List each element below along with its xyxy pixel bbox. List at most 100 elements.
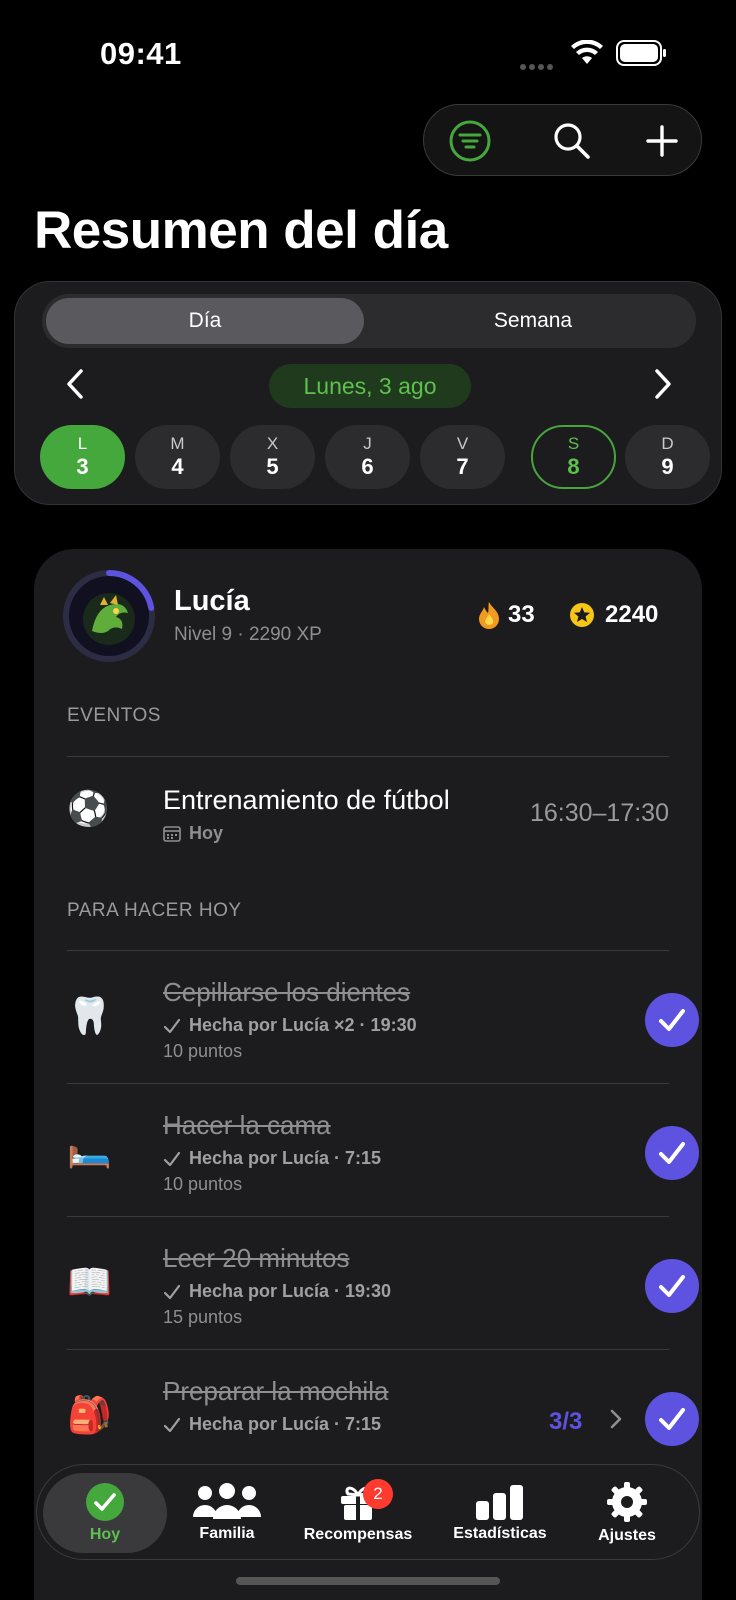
checkmark-circle-icon [86, 1483, 124, 1521]
bed-icon: 🛏️ [67, 1128, 112, 1169]
task-completed-label: Hecha por Lucía · 7:15 [189, 1414, 382, 1434]
tab-familia[interactable]: Familia [177, 1473, 277, 1553]
signal-dots-icon [520, 57, 560, 70]
task-title: Preparar la mochila [163, 1376, 389, 1406]
checkmark-icon [659, 1142, 685, 1164]
checkmark-icon [163, 1417, 181, 1432]
backpack-icon: 🎒 [67, 1394, 112, 1435]
coins-counter: 2240 [569, 601, 658, 629]
task-title: Cepillarse los dientes [163, 977, 411, 1007]
bar-chart-icon [476, 1485, 523, 1520]
checkmark-icon [659, 1408, 685, 1430]
event-title: Entrenamiento de fútbol [163, 785, 450, 815]
day-pill-l[interactable]: L 3 [40, 425, 125, 489]
day-pill-v[interactable]: V 7 [420, 425, 505, 489]
next-day-button[interactable] [643, 364, 683, 404]
tab-label: Ajustes [598, 1527, 656, 1544]
day-letter: D [661, 434, 674, 453]
task-completed-by: Hecha por Lucía · 7:15 [163, 1148, 381, 1169]
previous-day-button[interactable] [55, 364, 95, 404]
task-completed-label: Hecha por Lucía · 7:15 [189, 1148, 382, 1168]
checkmark-icon [163, 1018, 181, 1033]
filter-icon [449, 120, 491, 162]
tab-label: Familia [199, 1525, 255, 1542]
tab-bar: Hoy Familia 2 Recompensas Estadísticas A… [36, 1464, 700, 1560]
day-letter: J [363, 434, 372, 453]
plus-icon [646, 125, 678, 157]
filter-button[interactable] [444, 115, 496, 167]
segment-day[interactable]: Día [46, 298, 364, 344]
task-complete-toggle[interactable] [645, 1259, 699, 1313]
task-completed-by: Hecha por Lucía ×2 · 19:30 [163, 1015, 417, 1036]
day-letter: L [77, 434, 88, 453]
checkmark-icon [659, 1275, 685, 1297]
task-points: 15 puntos [163, 1307, 243, 1327]
gear-icon [607, 1482, 647, 1522]
tab-hoy[interactable]: Hoy [43, 1473, 167, 1553]
streak-counter: 33 [478, 601, 535, 629]
chevron-right-icon [610, 1409, 622, 1429]
flame-icon [479, 602, 499, 629]
day-pill-d[interactable]: D 9 [625, 425, 710, 489]
search-button[interactable] [546, 115, 598, 167]
task-complete-toggle[interactable] [645, 993, 699, 1047]
day-pill-j[interactable]: J 6 [325, 425, 410, 489]
soccer-ball-icon: ⚽ [67, 790, 110, 828]
day-letter: X [266, 434, 279, 453]
wifi-icon [571, 40, 603, 64]
home-indicator [236, 1577, 500, 1585]
day-pill-s[interactable]: S 8 [531, 425, 616, 489]
task-title: Leer 20 minutos [163, 1243, 350, 1273]
day-letter: S [567, 434, 580, 453]
task-complete-toggle[interactable] [645, 1392, 699, 1446]
task-row[interactable]: 🛏️ Hacer la cama Hecha por Lucía · 7:15 … [67, 1084, 699, 1217]
task-completed-label: Hecha por Lucía · 19:30 [189, 1281, 392, 1301]
day-number: 9 [661, 454, 674, 479]
avatar[interactable] [62, 569, 156, 663]
event-row[interactable]: ⚽ Entrenamiento de fútbol Hoy 16:30–17:3… [67, 773, 669, 853]
people-icon [193, 1483, 261, 1519]
notification-badge: 2 [363, 1479, 393, 1509]
tasks-heading: PARA HACER HOY [67, 900, 242, 921]
day-letter: V [456, 434, 469, 453]
day-pill-m[interactable]: M 4 [135, 425, 220, 489]
top-actions [423, 104, 702, 176]
task-row[interactable]: 🦷 Cepillarse los dientes Hecha por Lucía… [67, 951, 699, 1084]
star-coin-icon [570, 603, 594, 627]
add-button[interactable] [636, 115, 688, 167]
status-time: 09:41 [100, 36, 182, 71]
user-level: Nivel 9 · 2290 XP [174, 624, 322, 645]
coins-value: 2240 [605, 601, 659, 628]
day-number: 5 [266, 454, 279, 479]
segment-week[interactable]: Semana [374, 298, 692, 344]
battery-icon [616, 40, 666, 66]
checkmark-icon [163, 1151, 181, 1166]
task-row[interactable]: 📖 Leer 20 minutos Hecha por Lucía · 19:3… [67, 1217, 699, 1350]
streak-value: 33 [508, 601, 535, 628]
task-completed-label: Hecha por Lucía ×2 · 19:30 [189, 1015, 417, 1035]
current-date-chip[interactable]: Lunes, 3 ago [269, 364, 471, 408]
tab-estadisticas[interactable]: Estadísticas [437, 1473, 563, 1553]
day-number: 7 [456, 454, 469, 479]
chevron-left-icon [67, 369, 83, 399]
day-number: 6 [361, 454, 374, 479]
tab-ajustes[interactable]: Ajustes [577, 1473, 677, 1553]
tooth-icon: 🦷 [67, 995, 112, 1036]
task-progress-count: 3/3 [549, 1408, 583, 1435]
day-pill-x[interactable]: X 5 [230, 425, 315, 489]
task-completed-by: Hecha por Lucía · 19:30 [163, 1281, 391, 1302]
calendar-card: Día Semana Lunes, 3 ago L 3 M 4 X 5 J 6 … [14, 281, 722, 505]
user-name: Lucía [174, 585, 250, 617]
task-title: Hacer la cama [163, 1110, 331, 1140]
day-number: 4 [171, 454, 184, 479]
view-segmented-control: Día Semana [42, 294, 696, 348]
task-complete-toggle[interactable] [645, 1126, 699, 1180]
tab-label: Estadísticas [453, 1525, 547, 1542]
status-bar: 09:41 [0, 0, 736, 100]
checkmark-icon [659, 1009, 685, 1031]
event-time: 16:30–17:30 [529, 799, 669, 827]
task-expand-button[interactable] [609, 1408, 623, 1435]
tab-recompensas[interactable]: 2 Recompensas [293, 1473, 423, 1553]
calendar-icon [163, 825, 181, 842]
event-date-label: Hoy [189, 823, 224, 843]
